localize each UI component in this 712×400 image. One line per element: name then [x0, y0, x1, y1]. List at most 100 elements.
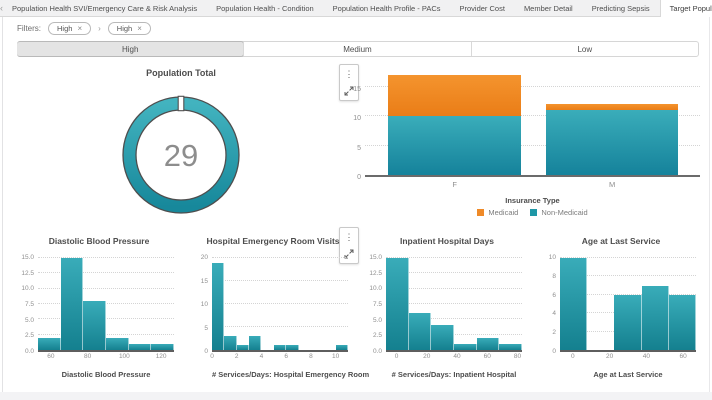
- legend-item-medicaid[interactable]: Medicaid: [477, 208, 518, 217]
- close-icon[interactable]: ×: [77, 25, 82, 33]
- histogram-plot[interactable]: 0246810: [212, 258, 348, 352]
- y-tick-label: 7.5: [373, 301, 382, 308]
- gridline: [212, 326, 348, 327]
- histogram-bar[interactable]: [274, 345, 286, 350]
- tab-member-detail[interactable]: Member Detail: [515, 0, 583, 16]
- histogram-bar[interactable]: [454, 344, 477, 350]
- y-tick-label: 15.0: [369, 254, 382, 261]
- panel-age-at-last-service: Age at Last Service 0246810 0204060 Age …: [538, 232, 704, 390]
- y-tick-label: 15: [353, 86, 361, 93]
- y-tick-label: 5: [357, 145, 361, 152]
- panel-insurance-type-bar-chart: 051015 FM Insurance Type Medicaid Non-Me…: [350, 72, 702, 224]
- y-axis-labels: 0246810: [538, 258, 558, 352]
- medicaid-swatch-icon: [477, 209, 484, 216]
- x-tick-label: 80: [514, 353, 521, 360]
- tab-population-health-profile-pacs[interactable]: Population Health Profile - PACs: [324, 0, 451, 16]
- donut-segment-gap: [178, 96, 184, 110]
- histogram-plot[interactable]: 020406080: [386, 258, 522, 352]
- filter-bar: Filters: High×›High×: [0, 18, 712, 39]
- legend-label: Non-Medicaid: [541, 208, 587, 217]
- histogram-bar[interactable]: [386, 258, 409, 350]
- histogram-bar[interactable]: [129, 344, 152, 350]
- level-button-low[interactable]: Low: [471, 42, 698, 56]
- canvas-left-edge: [2, 17, 3, 392]
- gridline: [38, 272, 174, 273]
- x-axis-label: # Services/Days: Hospital Emergency Room: [212, 370, 348, 379]
- bar-f-medicaid[interactable]: [388, 75, 520, 116]
- histogram-bar[interactable]: [212, 263, 224, 350]
- histogram-bar[interactable]: [83, 301, 106, 350]
- y-tick-label: 6: [552, 292, 556, 299]
- tab-population-health-svi-emergency-care-risk-analysis[interactable]: Population Health SVI/Emergency Care & R…: [3, 0, 207, 16]
- tab-label: Population Health SVI/Emergency Care & R…: [12, 4, 197, 13]
- donut-total-value: 29: [164, 138, 198, 173]
- x-tick-label: 8: [309, 353, 313, 360]
- histogram-plot[interactable]: 6080100120: [38, 258, 174, 352]
- chart-title: Hospital Emergency Room Visits: [190, 236, 356, 246]
- histogram-bar[interactable]: [38, 338, 61, 350]
- bar-m-medicaid[interactable]: [546, 104, 678, 110]
- chart-title: Population Total: [20, 68, 342, 78]
- y-axis-labels: 0.02.55.07.510.012.515.0: [364, 258, 384, 352]
- tab-population-health-condition[interactable]: Population Health - Condition: [207, 0, 324, 16]
- legend-item-non-medicaid[interactable]: Non-Medicaid: [530, 208, 587, 217]
- y-tick-label: 8: [552, 273, 556, 280]
- close-icon[interactable]: ×: [137, 25, 142, 33]
- tab-predicting-sepsis[interactable]: Predicting Sepsis: [583, 0, 660, 16]
- histogram-bar[interactable]: [336, 345, 348, 350]
- tab-label: Population Health - Condition: [216, 4, 314, 13]
- y-tick-label: 15.0: [21, 254, 34, 261]
- x-tick-label: 2: [235, 353, 239, 360]
- donut-chart[interactable]: 29: [115, 89, 247, 221]
- histogram-bar[interactable]: [499, 344, 522, 350]
- histogram-bar[interactable]: [477, 338, 500, 350]
- y-tick-label: 2.5: [25, 332, 34, 339]
- histogram-bar[interactable]: [431, 325, 454, 350]
- filter-separator: ›: [98, 24, 101, 33]
- histogram-bar[interactable]: [224, 336, 236, 350]
- histogram-bar[interactable]: [614, 295, 641, 350]
- level-button-high[interactable]: High: [17, 41, 244, 57]
- histogram-bar[interactable]: [669, 295, 696, 350]
- gridline: [212, 303, 348, 304]
- x-tick-label: 6: [284, 353, 288, 360]
- x-tick-label: 120: [156, 353, 167, 360]
- gridline: [212, 280, 348, 281]
- histogram-bar[interactable]: [642, 286, 669, 350]
- histogram-bar[interactable]: [106, 338, 129, 350]
- panel-inpatient-hospital-days: Inpatient Hospital Days 0.02.55.07.510.0…: [364, 232, 530, 390]
- histogram-bar[interactable]: [237, 345, 249, 350]
- x-tick-label: 60: [484, 353, 491, 360]
- histogram-bar[interactable]: [249, 336, 261, 350]
- histogram-bar[interactable]: [61, 258, 84, 350]
- histogram-bar[interactable]: [151, 344, 174, 350]
- filter-pill-label: High: [57, 24, 72, 33]
- chart-title: Diastolic Blood Pressure: [16, 236, 182, 246]
- filter-pill-high[interactable]: High ×: [48, 22, 91, 35]
- legend-items: Medicaid Non-Medicaid: [365, 208, 700, 217]
- gridline: [212, 257, 348, 258]
- y-tick-label: 2.5: [373, 332, 382, 339]
- x-tick-label: 100: [119, 353, 130, 360]
- bar-f-non-medicaid[interactable]: [388, 116, 520, 175]
- y-tick-label: 10: [201, 301, 208, 308]
- plot-area: 0246810 0204060: [538, 258, 704, 352]
- x-tick-label: 0: [571, 353, 575, 360]
- level-button-medium[interactable]: Medium: [243, 42, 470, 56]
- filter-pills: High×›High×: [48, 22, 151, 35]
- y-tick-label: 5: [204, 325, 208, 332]
- histogram-bar[interactable]: [286, 345, 298, 350]
- histogram-bar[interactable]: [409, 313, 432, 350]
- x-tick-label: 40: [643, 353, 650, 360]
- bar-m-non-medicaid[interactable]: [546, 110, 678, 175]
- tab-label: Member Detail: [524, 4, 573, 13]
- level-button-bar: HighMediumLow: [17, 41, 699, 57]
- histogram-plot[interactable]: 0204060: [560, 258, 696, 352]
- bar-chart-plot[interactable]: FM: [365, 75, 700, 177]
- tab-target-population[interactable]: Target Population⋮: [660, 0, 712, 17]
- filter-pill-high[interactable]: High×: [108, 22, 151, 35]
- histogram-bar[interactable]: [560, 258, 587, 350]
- tab-provider-cost[interactable]: Provider Cost: [451, 0, 515, 16]
- y-axis-labels: 0.02.55.07.510.012.515.0: [16, 258, 36, 352]
- x-tick-label: 60: [47, 353, 54, 360]
